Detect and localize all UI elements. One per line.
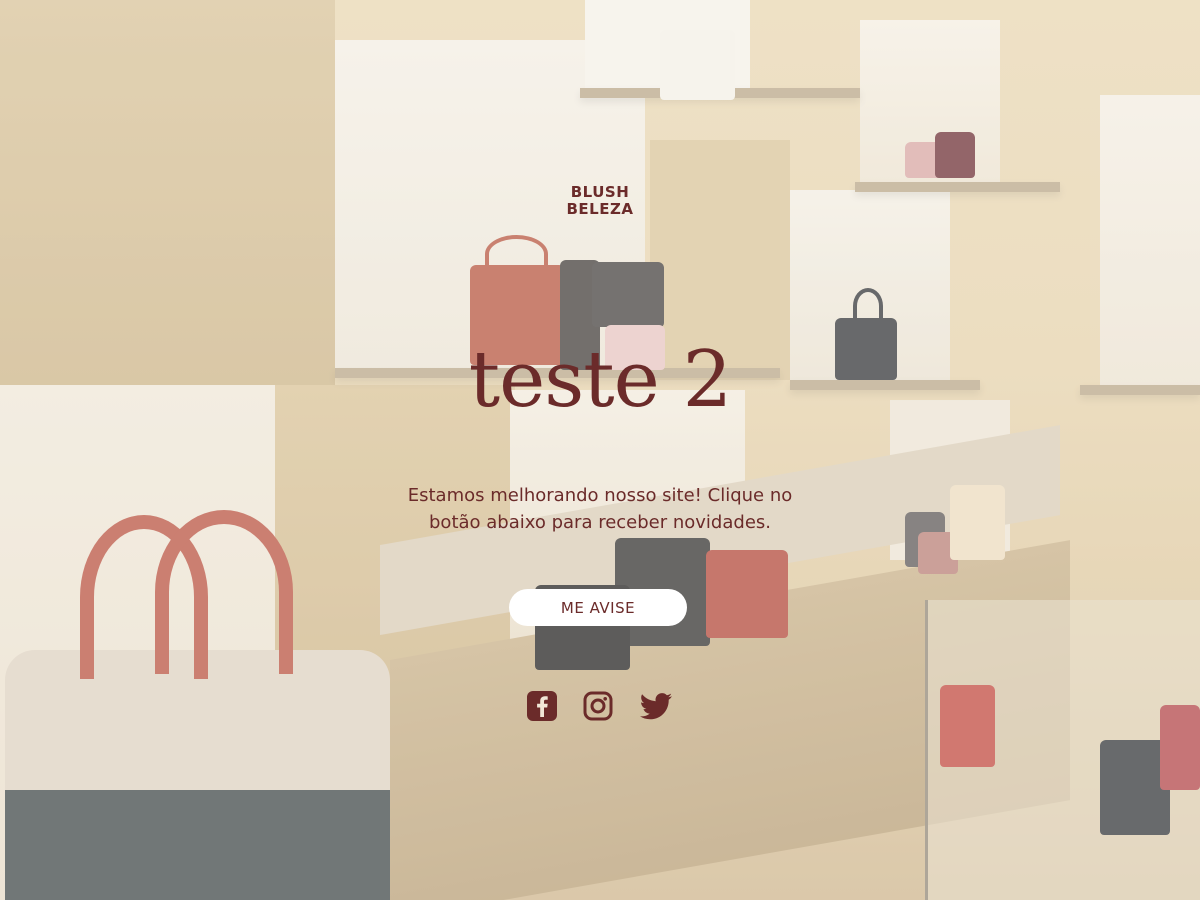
page-title: teste 2 <box>468 335 732 425</box>
brand-logo: BLUSH BELEZA <box>0 184 1200 218</box>
announcement-text: Estamos melhorando nosso site! Clique no… <box>407 485 793 533</box>
facebook-icon[interactable] <box>526 690 558 722</box>
twitter-icon[interactable] <box>638 690 674 722</box>
brand-line-2: BELEZA <box>566 200 634 218</box>
brand-line-1: BLUSH <box>570 183 630 201</box>
notify-me-button[interactable]: ME AVISE <box>509 589 687 626</box>
coming-soon-panel: BLUSH BELEZA teste 2 Estamos melhorando … <box>0 0 1200 900</box>
instagram-icon[interactable] <box>582 690 614 722</box>
